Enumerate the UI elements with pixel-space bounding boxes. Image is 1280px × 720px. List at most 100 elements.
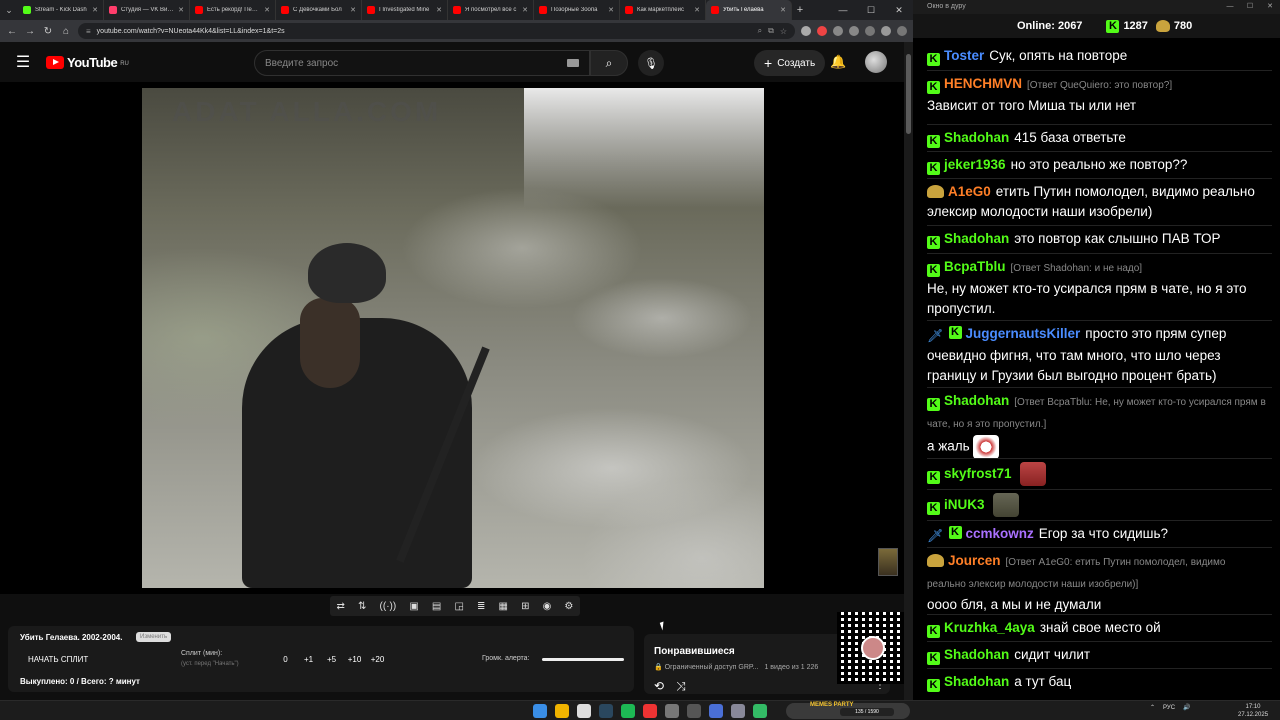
browser-tab[interactable]: Как маркетплейс ✕ (620, 0, 706, 20)
tab-close-icon[interactable]: ✕ (436, 6, 442, 14)
memes-party-widget[interactable]: MEMES PARTY 135 / 1590 (786, 702, 910, 719)
browser-tab[interactable]: Позорные Зоопа ✕ (534, 0, 620, 20)
url-field[interactable]: ≡ youtube.com/watch?v=NUeota44Kk4&list=L… (78, 23, 795, 39)
chat-username[interactable]: Shadohan (944, 130, 1009, 145)
tab-close-icon[interactable]: ✕ (608, 6, 614, 14)
forward-icon[interactable]: → (24, 26, 36, 37)
browser-tab[interactable]: Я посмотрел все с ✕ (448, 0, 534, 20)
edit-badge[interactable]: Изменить (136, 632, 172, 642)
split-button-20[interactable]: +20 (366, 655, 389, 664)
site-info-icon[interactable]: ≡ (86, 27, 91, 36)
tab-close-icon[interactable]: ✕ (350, 6, 356, 14)
create-button[interactable]: + Создать (754, 50, 826, 76)
extension-icon[interactable] (817, 26, 827, 36)
chat-username[interactable]: Shadohan (944, 674, 1009, 689)
home-icon[interactable]: ⌂ (60, 26, 72, 37)
start-split-button[interactable]: НАЧАТЬ СПЛИТ (28, 655, 88, 664)
split-button-0[interactable]: 0 (274, 655, 297, 664)
chat-username[interactable]: A1eG0 (948, 184, 991, 199)
chat-username[interactable]: iNUK3 (944, 497, 985, 512)
youtube-logo[interactable]: YouTube RU (46, 55, 129, 70)
calendar-icon[interactable]: ▤ (432, 601, 441, 612)
chat-username[interactable]: Shadohan (944, 393, 1009, 408)
chat-username[interactable]: Shadohan (944, 647, 1009, 662)
app-icon[interactable] (665, 704, 679, 718)
app-icon[interactable] (753, 704, 767, 718)
share-icon[interactable]: ⧉ (768, 26, 774, 36)
steam-icon[interactable] (599, 704, 613, 718)
app-icon[interactable] (643, 704, 657, 718)
video-player[interactable]: ADAT ALLA.COM (0, 82, 904, 594)
tab-search-icon[interactable]: ⌄ (0, 0, 18, 20)
chat-username[interactable]: Toster (944, 48, 984, 63)
scrollbar-thumb[interactable] (906, 54, 911, 134)
chat-username[interactable]: jeker1936 (944, 157, 1006, 172)
pip-icon[interactable]: ◲ (454, 601, 463, 612)
search-input[interactable]: Введите запрос (254, 50, 590, 76)
playlist-icon[interactable]: ≣ (477, 601, 485, 612)
sort-icon[interactable]: ⇅ (358, 601, 366, 612)
tab-close-icon[interactable]: ✕ (780, 6, 786, 14)
new-tab-button[interactable]: + (792, 0, 808, 20)
split-button-10[interactable]: +10 (343, 655, 366, 664)
video-frame[interactable]: ADAT ALLA.COM (142, 88, 764, 588)
mini-thumbnail[interactable] (878, 548, 898, 576)
app-icon[interactable] (687, 704, 701, 718)
page-scrollbar[interactable] (904, 42, 913, 700)
alert-volume-slider[interactable] (542, 658, 624, 661)
notifications-bell-icon[interactable]: 🔔 (830, 54, 846, 70)
chrome-icon[interactable] (555, 704, 569, 718)
windows-start-icon[interactable] (533, 704, 547, 718)
screen-icon[interactable]: ▦ (499, 601, 508, 612)
chat-username[interactable]: Jourcen (948, 553, 1001, 568)
tab-close-icon[interactable]: ✕ (92, 6, 98, 14)
tab-close-icon[interactable]: ✕ (694, 6, 700, 14)
zoom-icon[interactable]: ⌕ (758, 26, 762, 36)
preview-icon[interactable]: ▣ (409, 601, 418, 612)
menu-dots-icon[interactable] (897, 26, 907, 36)
settings-gear-icon[interactable]: ⚙ (564, 601, 573, 612)
extension-icon[interactable] (833, 26, 843, 36)
search-button[interactable]: ⌕ (590, 50, 628, 76)
chat-username[interactable]: BcpaTblu (944, 259, 1006, 274)
volume-icon[interactable]: 🔊 (1183, 704, 1190, 711)
downloads-icon[interactable] (865, 26, 875, 36)
browser-tab[interactable]: I Investigated Mine ✕ (362, 0, 448, 20)
clock[interactable]: 17:10 27.12.2025 (1238, 703, 1268, 719)
chat-username[interactable]: JuggernautsKiller (966, 326, 1081, 341)
voice-search-button[interactable]: 🎙 (638, 50, 664, 76)
browser-tab[interactable]: Stream - Kick Dash ✕ (18, 0, 104, 20)
profile-icon[interactable] (881, 26, 891, 36)
close-icon[interactable]: ✕ (1260, 0, 1280, 14)
tray-chevron-icon[interactable]: ⌃ (1150, 704, 1155, 711)
add-clip-icon[interactable]: ⊞ (521, 601, 529, 612)
puzzle-icon[interactable] (849, 26, 859, 36)
shuffle-icon[interactable]: ⤨ (676, 679, 686, 694)
browser-tab[interactable]: Студия — VK Видео ✕ (104, 0, 190, 20)
tab-close-icon[interactable]: ✕ (178, 6, 184, 14)
browser-tab[interactable]: С Девочками Бол ✕ (276, 0, 362, 20)
close-icon[interactable]: ✕ (885, 0, 913, 20)
split-button-5[interactable]: +5 (320, 655, 343, 664)
chat-username[interactable]: Kruzhka_4aya (944, 620, 1035, 635)
loop-icon[interactable]: ⇄ (337, 601, 345, 612)
minimize-icon[interactable]: — (829, 0, 857, 20)
minimize-icon[interactable]: — (1220, 0, 1240, 14)
chat-username[interactable]: ccmkownz (966, 526, 1034, 541)
app-icon[interactable] (731, 704, 745, 718)
broadcast-icon[interactable]: ((·)) (380, 601, 397, 612)
chat-username[interactable]: HENCHMVN (944, 76, 1022, 91)
playlist-title[interactable]: Понравившиеся (654, 646, 735, 657)
chat-username[interactable]: Shadohan (944, 231, 1009, 246)
browser-tab[interactable]: Есть рекорд! Перес ✕ (190, 0, 276, 20)
extension-icon[interactable] (801, 26, 811, 36)
tab-close-icon[interactable]: ✕ (522, 6, 528, 14)
avatar[interactable] (865, 51, 887, 73)
maximize-icon[interactable]: ☐ (857, 0, 885, 20)
screenshot-camera-icon[interactable]: ◉ (543, 601, 552, 612)
split-button-1[interactable]: +1 (297, 655, 320, 664)
hamburger-menu-icon[interactable]: ☰ (0, 52, 46, 72)
tab-close-icon[interactable]: ✕ (264, 6, 270, 14)
back-icon[interactable]: ← (6, 26, 18, 37)
chat-username[interactable]: skyfrost71 (944, 466, 1012, 481)
